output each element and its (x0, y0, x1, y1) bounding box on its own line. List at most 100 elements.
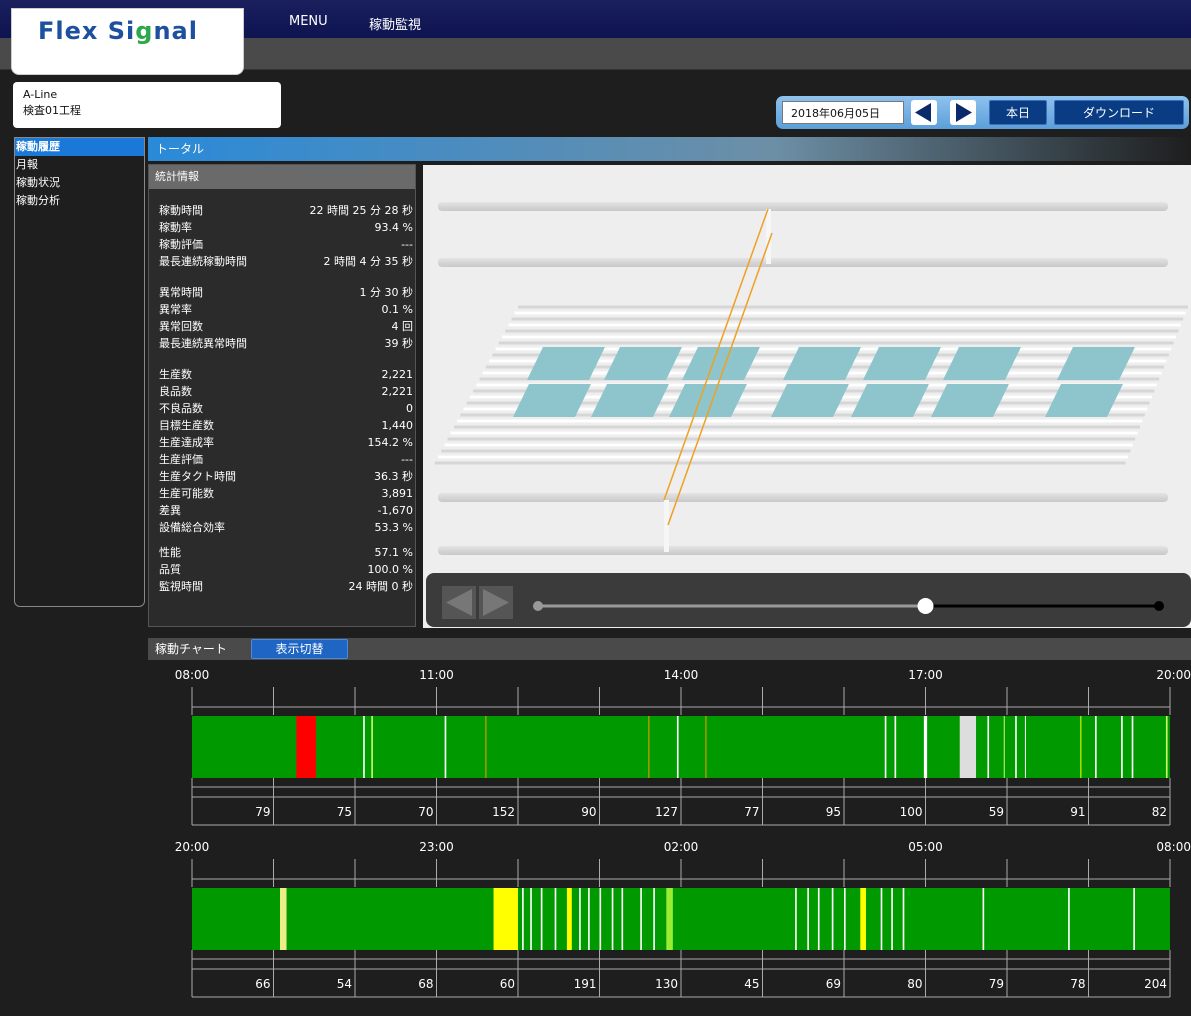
playback-next-button[interactable] (479, 586, 513, 619)
stat-row: 異常率 0.1 % (159, 301, 413, 318)
stat-label: 性能 (159, 546, 181, 559)
line-name: A-Line (23, 88, 58, 101)
status-event (807, 888, 809, 950)
time-slider[interactable] (526, 593, 1176, 619)
hour-count: 78 (1070, 977, 1085, 991)
stat-row: 目標生産数 1,440 (159, 417, 413, 434)
app-logo[interactable]: Flex Signal (11, 8, 244, 75)
triangle-right-icon (956, 103, 972, 122)
date-field[interactable]: 2018年06月05日 (782, 101, 904, 124)
stat-value: 1,440 (381, 419, 414, 432)
stat-value: 24 時間 0 秒 (348, 580, 414, 593)
hour-count: 77 (744, 805, 759, 819)
work-tiles (513, 347, 1135, 417)
stat-label: 生産数 (159, 368, 192, 381)
hour-count: 59 (989, 805, 1004, 819)
status-event (844, 888, 846, 950)
hour-count: 204 (1144, 977, 1167, 991)
stat-label: 不良品数 (159, 402, 203, 415)
status-event (485, 716, 487, 778)
stat-label: 異常回数 (159, 320, 203, 333)
status-event (880, 888, 883, 950)
sidebar-item-history[interactable]: 稼動履歴 (15, 138, 144, 156)
stat-row: 最長連続稼動時間 2 時間 4 分 35 秒 (159, 253, 413, 270)
stat-row: 生産可能数 3,891 (159, 485, 413, 502)
stat-value: -1,670 (377, 504, 413, 517)
stat-label: 良品数 (159, 385, 192, 398)
status-event (363, 716, 365, 778)
playback-bar (426, 573, 1191, 627)
time-label: 11:00 (419, 668, 454, 682)
stat-row: 設備総合効率 53.3 % (159, 519, 413, 536)
running-bar (192, 888, 1170, 950)
chart-title: 稼動チャート (155, 642, 227, 656)
next-day-button[interactable] (950, 100, 976, 125)
work-tile (931, 384, 1009, 417)
stat-row: 監視時間 24 時間 0 秒 (159, 578, 413, 595)
stat-row: 差異 -1,670 (159, 502, 413, 519)
time-label: 08:00 (175, 668, 210, 682)
hour-count: 91 (1070, 805, 1085, 819)
stat-value: 57.1 % (374, 546, 413, 559)
stat-label: 異常率 (159, 303, 192, 316)
status-event (1121, 716, 1123, 778)
stat-value: 2,221 (381, 385, 414, 398)
today-button[interactable]: 本日 (989, 100, 1047, 125)
stat-label: 稼動時間 (159, 204, 203, 217)
status-event (554, 888, 557, 950)
slider-knob[interactable] (917, 598, 934, 614)
process-name: 検査01工程 (23, 104, 81, 117)
status-event (891, 888, 893, 950)
status-event (1131, 716, 1134, 778)
status-event (666, 888, 673, 950)
sidebar-item-monthly[interactable]: 月報 (15, 156, 144, 174)
toggle-view-button[interactable]: 表示切替 (251, 639, 348, 659)
stat-value: 39 秒 (384, 337, 414, 350)
status-event (493, 888, 518, 950)
status-event (884, 716, 887, 778)
status-event (540, 888, 543, 950)
status-event (987, 716, 990, 778)
stat-label: 生産評価 (159, 453, 203, 466)
work-tile (783, 347, 861, 380)
time-label: 17:00 (908, 668, 943, 682)
sidebar-item-analysis[interactable]: 稼動分析 (15, 192, 144, 210)
time-label: 08:00 (1156, 840, 1191, 854)
status-event (923, 716, 928, 778)
playback-prev-button[interactable] (442, 586, 476, 619)
line-diagram (423, 165, 1191, 628)
stat-value: 1 分 30 秒 (359, 286, 414, 299)
hour-count: 79 (989, 977, 1004, 991)
download-button[interactable]: ダウンロード (1054, 100, 1184, 125)
stat-row: 生産タクト時間 36.3 秒 (159, 468, 413, 485)
stat-value: 0 (406, 402, 413, 415)
stat-label: 監視時間 (159, 580, 203, 593)
stat-value: 2,221 (381, 368, 414, 381)
hour-count: 100 (900, 805, 923, 819)
menu-link[interactable]: MENU (289, 14, 328, 29)
prev-day-button[interactable] (911, 100, 937, 125)
work-tile (527, 347, 605, 380)
hour-count: 66 (255, 977, 270, 991)
hour-count: 79 (255, 805, 270, 819)
stats-panel: 統計情報 稼動時間 22 時間 25 分 28 秒稼動率 93.4 % 稼動評価 ---… (148, 164, 416, 627)
stats-title: 統計情報 (149, 165, 415, 189)
monitor-link[interactable]: 稼動監視 (369, 14, 421, 33)
rail-bottom-1 (438, 493, 1168, 502)
status-event (894, 716, 897, 778)
stat-row: 異常時間 1 分 30 秒 (159, 284, 413, 301)
stat-row: 異常回数 4 回 (159, 318, 413, 335)
status-event (1015, 716, 1017, 778)
stat-label: 目標生産数 (159, 419, 214, 432)
hour-count: 45 (744, 977, 759, 991)
hour-count: 54 (337, 977, 352, 991)
stat-row: 性能 57.1 % (159, 544, 413, 561)
status-event (621, 888, 624, 950)
section-title: トータル (148, 137, 1191, 161)
operation-chart-svg: 08:00 11:00 14:00 17:00 20:00 79 75 70 152 90 127 7… (175, 668, 1191, 998)
sidebar-item-status[interactable]: 稼動状況 (15, 174, 144, 192)
status-event (1080, 716, 1082, 778)
status-event (566, 888, 572, 950)
time-label: 23:00 (419, 840, 454, 854)
status-event (1095, 716, 1097, 778)
